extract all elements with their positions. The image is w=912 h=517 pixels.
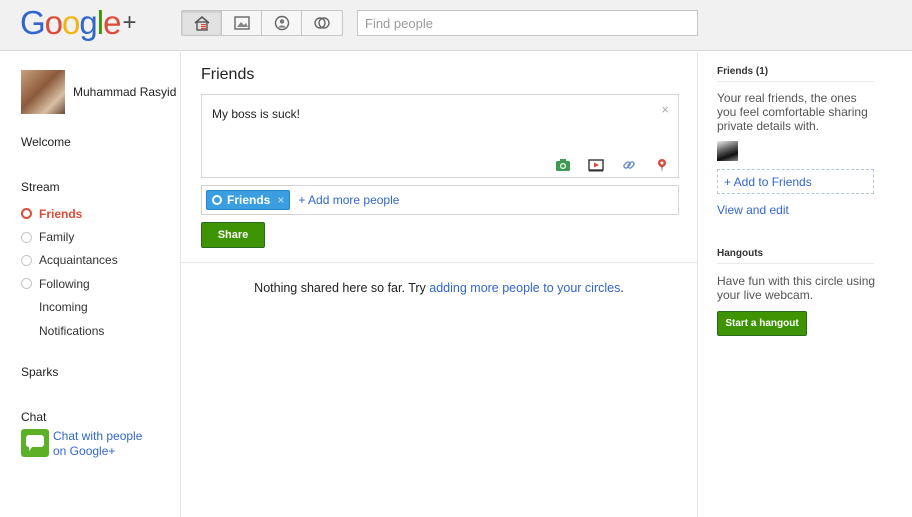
hangouts-heading: Hangouts — [717, 248, 874, 264]
photos-tab[interactable] — [222, 11, 262, 35]
friends-circle-heading: Friends (1) — [717, 66, 874, 82]
divider — [181, 262, 697, 263]
circles-tab[interactable] — [302, 11, 342, 35]
chat-promo[interactable]: Chat with people on Google+ — [21, 429, 153, 459]
add-to-friends-button[interactable]: + Add to Friends — [717, 169, 874, 194]
logo-plus: + — [122, 9, 136, 36]
close-icon[interactable]: × — [661, 102, 669, 117]
profile-icon — [274, 15, 289, 31]
circle-icon — [21, 208, 32, 220]
left-sidebar: Muhammad Rasyid Welcome Stream Friends F… — [0, 52, 181, 517]
sidebar-item-sparks[interactable]: Sparks — [21, 365, 58, 379]
add-more-people-link[interactable]: + Add more people — [298, 193, 399, 207]
main-nav — [181, 10, 343, 36]
home-icon — [193, 15, 210, 31]
video-icon[interactable] — [588, 157, 604, 173]
sidebar-item-label: Family — [39, 230, 75, 245]
google-plus-logo[interactable]: Google+ — [20, 5, 136, 45]
profile-name[interactable]: Muhammad Rasyid — [73, 85, 176, 99]
sidebar-item-label: Acquaintances — [39, 253, 118, 268]
circle-icon — [21, 231, 32, 243]
profile-tab[interactable] — [262, 11, 302, 35]
sidebar-item-stream[interactable]: Stream — [21, 180, 60, 194]
empty-end: . — [620, 281, 624, 295]
sidebar-item-friends[interactable]: Friends — [21, 202, 118, 225]
share-text[interactable]: My boss is suck! — [212, 107, 300, 121]
page-title: Friends — [201, 66, 255, 83]
stream-circles-list: Friends Family Acquaintances Following I… — [21, 202, 118, 342]
photos-icon — [233, 16, 250, 30]
audience-picker[interactable]: Friends × + Add more people — [201, 185, 679, 215]
hangouts-description: Have fun with this circle using your liv… — [717, 274, 876, 302]
circle-icon — [212, 195, 222, 205]
chat-heading: Chat — [21, 410, 47, 424]
sidebar-item-family[interactable]: Family — [21, 225, 118, 248]
chip-label: Friends — [227, 193, 271, 207]
top-bar: Google+ — [0, 0, 912, 51]
empty-stream-message: Nothing shared here so far. Try adding m… — [181, 281, 697, 295]
link-icon[interactable] — [621, 157, 637, 173]
remove-chip-icon[interactable]: × — [277, 193, 284, 207]
friends-circle-chip[interactable]: Friends × — [206, 190, 291, 210]
circles-icon — [314, 17, 330, 29]
sidebar-item-following[interactable]: Following — [21, 272, 118, 295]
sidebar-item-label: Incoming — [39, 300, 88, 315]
right-sidebar: Friends (1) Your real friends, the ones … — [697, 52, 912, 517]
friend-avatar[interactable] — [717, 141, 738, 161]
share-button[interactable]: Share — [201, 222, 265, 248]
sidebar-item-label: Following — [39, 276, 90, 291]
share-attachments — [555, 157, 670, 173]
camera-icon[interactable] — [555, 157, 571, 173]
sidebar-item-notifications[interactable]: Notifications — [21, 319, 118, 342]
avatar[interactable] — [21, 70, 65, 114]
share-box[interactable]: My boss is suck! × — [201, 94, 679, 178]
sidebar-item-welcome[interactable]: Welcome — [21, 135, 71, 149]
main-content: Friends My boss is suck! × Friends × + A… — [181, 52, 697, 517]
circle-icon — [21, 254, 32, 266]
add-people-to-circles-link[interactable]: adding more people to your circles — [429, 281, 620, 295]
profile-summary[interactable]: Muhammad Rasyid — [21, 70, 176, 114]
sidebar-item-label: Notifications — [39, 323, 105, 338]
view-and-edit-link[interactable]: View and edit — [717, 203, 789, 217]
empty-text: Nothing shared here so far. Try — [254, 281, 430, 295]
find-people-input[interactable] — [357, 10, 698, 36]
friends-circle-description: Your real friends, the ones you feel com… — [717, 91, 868, 133]
sidebar-item-acquaintances[interactable]: Acquaintances — [21, 249, 118, 272]
home-tab[interactable] — [182, 11, 222, 35]
map-pin-icon[interactable] — [654, 157, 670, 173]
sidebar-item-incoming[interactable]: Incoming — [21, 296, 118, 319]
chat-with-people-link[interactable]: Chat with people on Google+ — [53, 429, 153, 459]
sidebar-item-label: Friends — [39, 206, 83, 221]
chat-bubble-icon — [21, 429, 49, 457]
start-hangout-button[interactable]: Start a hangout — [717, 311, 807, 336]
circle-icon — [21, 278, 32, 290]
